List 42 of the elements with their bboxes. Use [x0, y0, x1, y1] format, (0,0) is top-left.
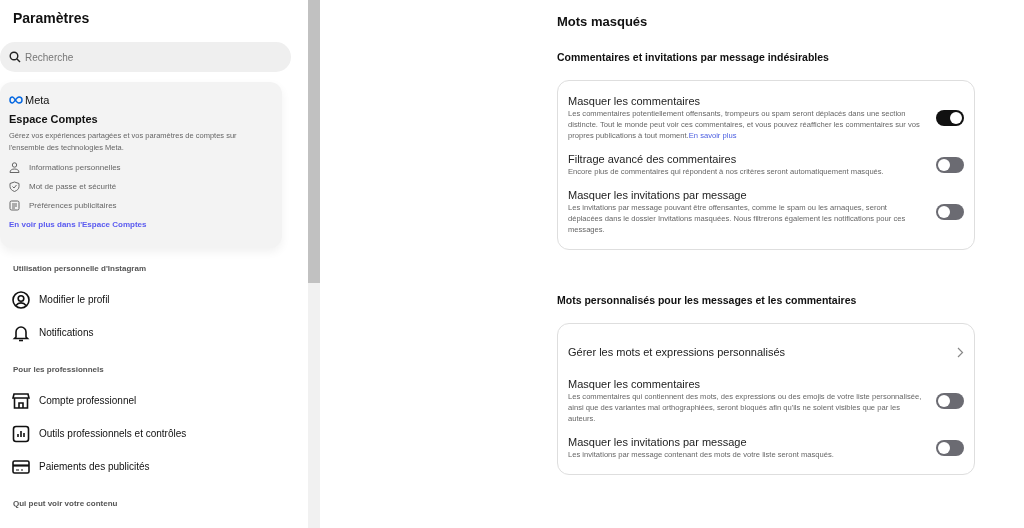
- accounts-item[interactable]: Mot de passe et sécurité: [29, 181, 117, 191]
- sidebar-item[interactable]: Paiements des publicités: [39, 461, 150, 472]
- setting-title: Masquer les invitations par message: [568, 189, 748, 201]
- accounts-item[interactable]: Préférences publicitaires: [29, 200, 117, 210]
- setting-title: Filtrage avancé des commentaires: [568, 153, 738, 165]
- manage-words-item[interactable]: Gérer les mots et expressions personnalisés: [568, 338, 786, 366]
- toggle-switch[interactable]: [936, 157, 964, 173]
- chart-icon: [12, 424, 30, 443]
- setting-title: Masquer les invitations par message: [568, 436, 748, 448]
- setting-title: Masquer les commentaires: [568, 378, 702, 390]
- person-icon: [9, 161, 20, 173]
- group-heading: Mots personnalisés pour les messages et les commentaires: [557, 294, 858, 306]
- brand-name: Meta: [25, 94, 50, 106]
- card-title: Espace Comptes: [9, 113, 99, 125]
- bell-icon: [12, 323, 30, 342]
- sidebar-item[interactable]: Compte professionnel: [39, 395, 137, 406]
- sidebar-item[interactable]: Notifications: [39, 327, 94, 338]
- accounts-item[interactable]: Informations personnelles: [29, 162, 121, 172]
- toggle-switch[interactable]: [936, 204, 964, 220]
- search-field[interactable]: Recherche: [0, 42, 291, 72]
- section-heading: Utilisation personnelle d'Instagram: [13, 264, 148, 273]
- shield-check-icon: [9, 180, 20, 192]
- search-icon: [9, 51, 21, 63]
- sidebar-item[interactable]: Outils professionnels et contrôles: [39, 428, 187, 439]
- chevron-right-icon: [957, 346, 964, 358]
- profile-icon: [12, 290, 30, 309]
- ad-icon: [9, 199, 20, 211]
- credit-card-icon: [12, 457, 30, 476]
- section-heading: Qui peut voir votre contenu: [13, 499, 119, 508]
- section-heading: Pour les professionnels: [13, 365, 105, 374]
- toggle-switch[interactable]: [936, 110, 964, 126]
- storefront-icon: [12, 391, 30, 410]
- toggle-switch[interactable]: [936, 440, 964, 456]
- scrollbar[interactable]: [308, 0, 320, 528]
- setting-title: Masquer les commentaires: [568, 95, 702, 107]
- group-heading: Commentaires et invitations par message indésirables: [557, 51, 830, 63]
- infinity-logo-icon: [9, 96, 23, 104]
- page-title: Mots masqués: [557, 14, 649, 29]
- sidebar-item[interactable]: Modifier le profil: [39, 294, 110, 305]
- accounts-link[interactable]: En voir plus dans l'Espace Comptes: [9, 220, 274, 229]
- settings-title: Paramètres: [13, 10, 91, 28]
- toggle-switch[interactable]: [936, 393, 964, 409]
